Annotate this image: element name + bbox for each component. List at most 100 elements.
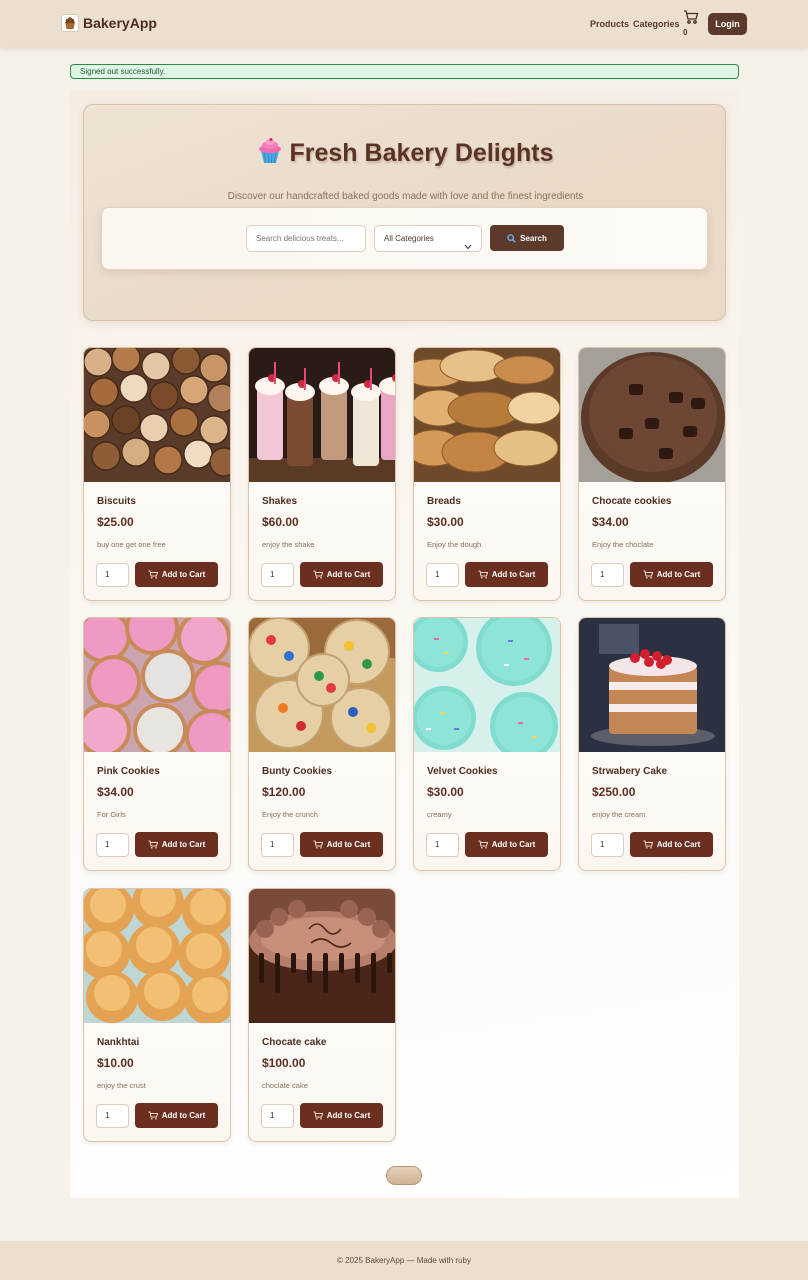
product-description: For Girls	[97, 810, 126, 819]
product-name[interactable]: Bunty Cookies	[262, 766, 332, 777]
product-price: $30.00	[427, 515, 464, 529]
product-name[interactable]: Chocate cookies	[592, 496, 671, 507]
quantity-input[interactable]: 1	[261, 1104, 294, 1128]
product-description: enjoy the shake	[262, 540, 315, 549]
search-input[interactable]	[246, 225, 366, 252]
product-price: $60.00	[262, 515, 299, 529]
cart-icon	[148, 840, 158, 849]
product-image[interactable]	[84, 889, 230, 1023]
hero-title: Fresh Bakery Delights	[84, 138, 727, 171]
cupcake-logo-icon	[61, 14, 79, 32]
hero-subtitle: Discover our handcrafted baked goods mad…	[227, 191, 584, 202]
quantity-input[interactable]: 1	[96, 1104, 129, 1128]
add-to-cart-button[interactable]: Add to Cart	[135, 832, 218, 857]
quantity-input[interactable]: 1	[426, 563, 459, 587]
brand-link[interactable]: BakeryApp	[61, 14, 157, 32]
cart-icon	[643, 570, 653, 579]
pagination-button[interactable]	[386, 1166, 422, 1185]
product-price: $34.00	[592, 515, 629, 529]
product-description: Enjoy the dough	[427, 540, 482, 549]
product-name[interactable]: Breads	[427, 496, 461, 507]
product-description: choclate cake	[262, 1081, 308, 1090]
product-image[interactable]	[414, 348, 560, 482]
product-image[interactable]	[249, 618, 395, 752]
product-image[interactable]	[579, 348, 725, 482]
product-description: enjoy the crust	[97, 1081, 146, 1090]
cupcake-icon	[258, 138, 282, 171]
flash-notice: Signed out successfully.	[70, 64, 739, 79]
quantity-input[interactable]: 1	[591, 833, 624, 857]
add-to-cart-label: Add to Cart	[161, 1111, 206, 1120]
product-image[interactable]	[84, 618, 230, 752]
cart-link[interactable]: 0	[683, 9, 701, 37]
add-to-cart-button[interactable]: Add to Cart	[465, 832, 548, 857]
product-card: Chocate cake $100.00 choclate cake 1 Add to …	[248, 888, 396, 1142]
product-image[interactable]	[249, 348, 395, 482]
cart-icon	[313, 1111, 323, 1120]
product-card: Velvet Cookies $30.00 creamy 1 Add to Cart	[413, 617, 561, 871]
add-to-cart-button[interactable]: Add to Cart	[465, 562, 548, 587]
footer: © 2025 BakeryApp — Made with ruby	[0, 1241, 808, 1280]
product-price: $30.00	[427, 785, 464, 799]
product-name[interactable]: Shakes	[262, 496, 297, 507]
product-card: Pink Cookies $34.00 For Girls 1 Add to Cart	[83, 617, 231, 871]
product-price: $34.00	[97, 785, 134, 799]
product-name[interactable]: Chocate cake	[262, 1037, 326, 1048]
quantity-input[interactable]: 1	[261, 833, 294, 857]
search-icon	[507, 233, 516, 243]
add-to-cart-button[interactable]: Add to Cart	[300, 1103, 383, 1128]
quantity-input[interactable]: 1	[96, 833, 129, 857]
search-form: All Categories Search	[101, 207, 708, 270]
product-description: buy one get one free	[97, 540, 166, 549]
cart-count-badge: 0	[683, 28, 688, 37]
navbar: BakeryApp Products Categories 0 Login	[0, 0, 808, 47]
product-image[interactable]	[579, 618, 725, 752]
add-to-cart-button[interactable]: Add to Cart	[135, 1103, 218, 1128]
nav-categories-link[interactable]: Categories	[633, 19, 680, 29]
product-card: Shakes $60.00 enjoy the shake 1 Add to Cart	[248, 347, 396, 601]
add-to-cart-label: Add to Cart	[491, 840, 536, 849]
product-name[interactable]: Strwabery Cake	[592, 766, 667, 777]
product-description: creamy	[427, 810, 452, 819]
product-price: $25.00	[97, 515, 134, 529]
product-image[interactable]	[84, 348, 230, 482]
cart-icon	[684, 10, 699, 24]
product-name[interactable]: Velvet Cookies	[427, 766, 498, 777]
login-button[interactable]: Login	[708, 13, 747, 35]
add-to-cart-button[interactable]: Add to Cart	[630, 562, 713, 587]
search-button[interactable]: Search	[490, 225, 564, 251]
product-price: $10.00	[97, 1056, 134, 1070]
main-content: Fresh Bakery Delights Discover our handc…	[70, 91, 739, 1198]
quantity-input[interactable]: 1	[261, 563, 294, 587]
add-to-cart-button[interactable]: Add to Cart	[300, 562, 383, 587]
add-to-cart-label: Add to Cart	[656, 570, 701, 579]
quantity-input[interactable]: 1	[426, 833, 459, 857]
product-image[interactable]	[249, 889, 395, 1023]
add-to-cart-button[interactable]: Add to Cart	[630, 832, 713, 857]
product-name[interactable]: Nankhtai	[97, 1037, 139, 1048]
add-to-cart-button[interactable]: Add to Cart	[135, 562, 218, 587]
product-description: Enjoy the crunch	[262, 810, 318, 819]
nav-products-link[interactable]: Products	[590, 19, 629, 29]
cart-icon	[643, 840, 653, 849]
add-to-cart-button[interactable]: Add to Cart	[300, 832, 383, 857]
product-name[interactable]: Pink Cookies	[97, 766, 160, 777]
add-to-cart-label: Add to Cart	[491, 570, 536, 579]
quantity-input[interactable]: 1	[96, 563, 129, 587]
add-to-cart-label: Add to Cart	[326, 840, 371, 849]
product-card: Bunty Cookies $120.00 Enjoy the crunch 1 Add…	[248, 617, 396, 871]
quantity-input[interactable]: 1	[591, 563, 624, 587]
add-to-cart-label: Add to Cart	[326, 570, 371, 579]
product-image[interactable]	[414, 618, 560, 752]
add-to-cart-label: Add to Cart	[161, 840, 206, 849]
product-card: Nankhtai $10.00 enjoy the crust 1 Add to Car…	[83, 888, 231, 1142]
product-name[interactable]: Biscuits	[97, 496, 136, 507]
cart-icon	[478, 840, 488, 849]
category-select[interactable]: All Categories	[374, 225, 482, 252]
brand-name: BakeryApp	[83, 15, 157, 31]
cart-icon	[148, 1111, 158, 1120]
product-card: Strwabery Cake $250.00 enjoy the cream 1 Add…	[578, 617, 726, 871]
product-price: $120.00	[262, 785, 306, 799]
product-price: $250.00	[592, 785, 636, 799]
product-card: Biscuits $25.00 buy one get one free 1 Add t…	[83, 347, 231, 601]
